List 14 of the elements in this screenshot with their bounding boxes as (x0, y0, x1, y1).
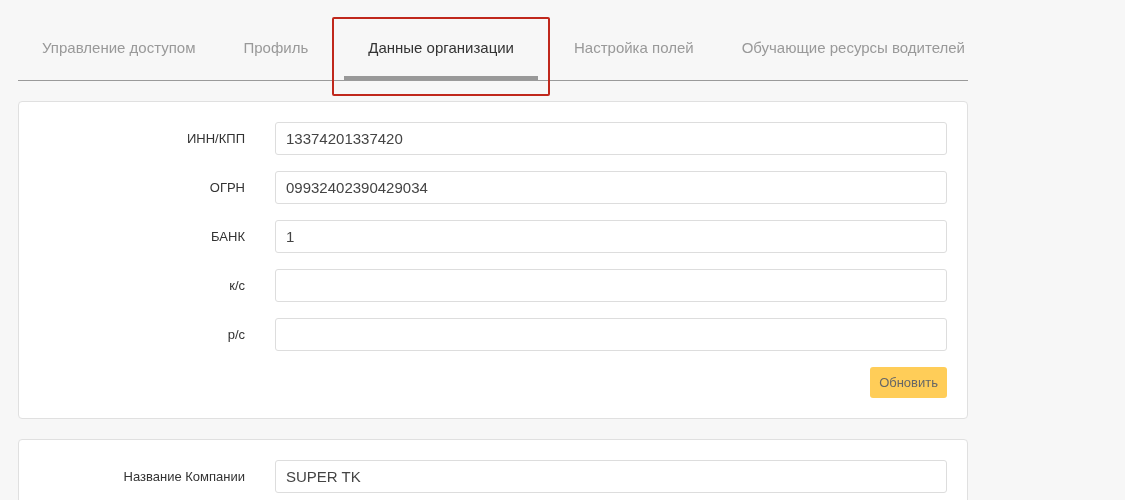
update-button[interactable]: Обновить (870, 367, 947, 398)
field-label: БАНК (210, 227, 245, 246)
field-label: р/с (226, 325, 245, 344)
input-field[interactable]: 13374201337420 (275, 122, 947, 155)
field-label: Название Компании (122, 467, 245, 486)
field-label: к/с (228, 276, 245, 295)
input-field[interactable]: 09932402390429034 (275, 171, 947, 204)
field-label: ОГРН (208, 178, 245, 197)
input-field[interactable] (275, 269, 947, 302)
tab[interactable]: Данные организации (344, 20, 538, 80)
input-field[interactable]: SUPER TK (275, 460, 947, 493)
input-field[interactable] (275, 318, 947, 351)
field-label: ИНН/КПП (186, 129, 245, 148)
input-field[interactable]: 1 (275, 220, 947, 253)
